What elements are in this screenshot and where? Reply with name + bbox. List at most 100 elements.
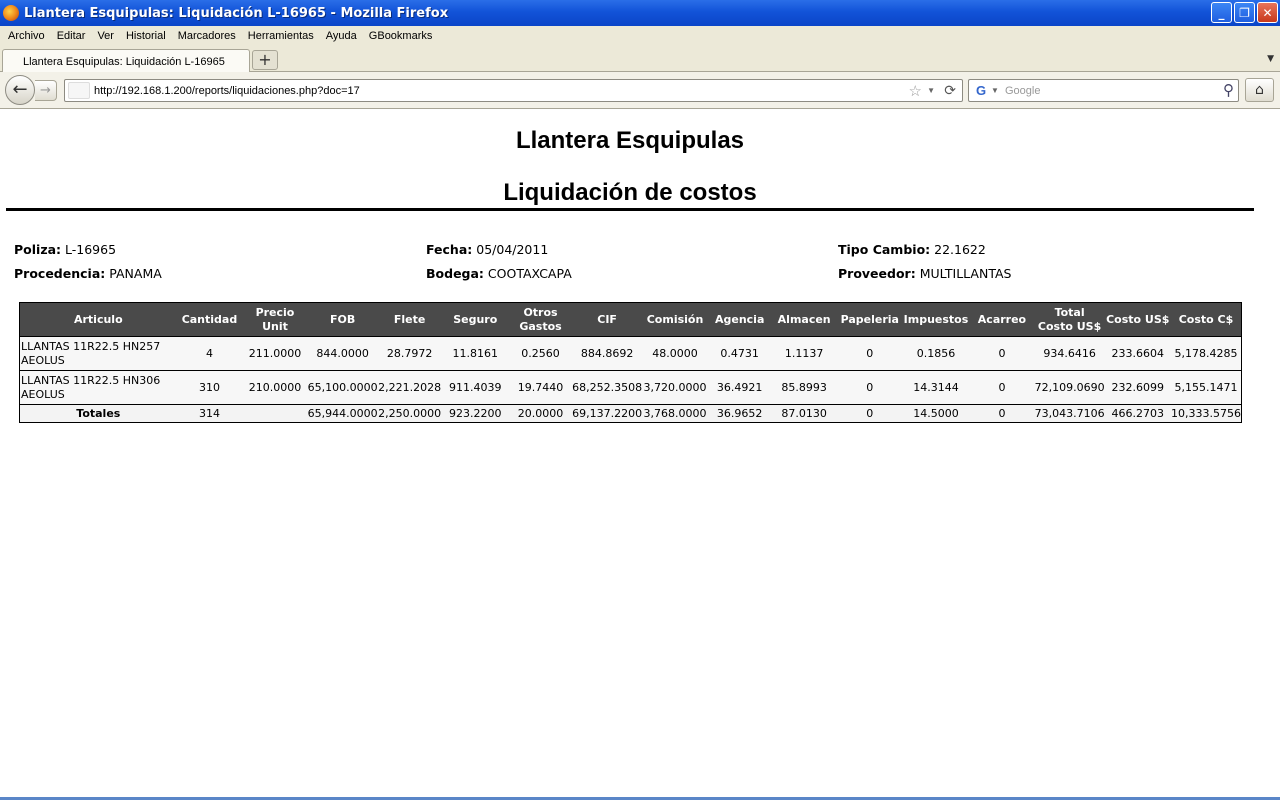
cell-agencia: 36.4921 [707,370,772,405]
total-total: 73,043.7106 [1034,404,1105,423]
fecha-label: Fecha: [426,242,473,257]
url-bar[interactable]: http://192.168.1.200/reports/liquidacion… [64,79,963,102]
poliza-field: Poliza: L-16965 [14,242,116,257]
liquidacion-table: Articulo Cantidad Precio Unit FOB Flete … [19,302,1242,423]
col-costo-c: Costo C$ [1170,302,1242,337]
history-dropdown-icon[interactable]: ▼ [927,86,935,95]
close-button[interactable]: ✕ [1257,2,1278,23]
total-cif: 69,137.2200 [572,404,643,423]
col-flete: Flete [377,302,442,337]
col-fob: FOB [307,302,378,337]
cell-precio-unit: 211.0000 [242,336,308,371]
bodega-value: COOTAXCAPA [487,266,572,281]
total-costo-us: 466.2703 [1104,404,1171,423]
total-seguro: 923.2200 [441,404,509,423]
tab-list-chevron-icon[interactable]: ▼ [1267,54,1274,64]
cell-articulo: LLANTAS 11R22.5 HN306 AEOLUS [19,370,177,405]
cell-costo-c: 5,178.4285 [1170,336,1242,371]
col-articulo: Articulo [19,302,177,337]
cell-cif: 68,252.3508 [572,370,643,405]
search-bar[interactable]: G ▼ Google ⚲ [968,79,1239,102]
totals-label: Totales [19,404,177,423]
total-acarreo: 0 [969,404,1035,423]
home-button[interactable]: ⌂ [1245,78,1274,102]
cell-fob: 65,100.0000 [307,370,378,405]
bookmark-star-icon[interactable]: ☆ [909,82,922,100]
poliza-label: Poliza: [14,242,62,257]
minimize-button[interactable]: _ [1211,2,1232,23]
maximize-button[interactable]: ❐ [1234,2,1255,23]
menu-herramientas[interactable]: Herramientas [242,30,320,42]
total-costo-c: 10,333.5756 [1170,404,1242,423]
col-acarreo: Acarreo [969,302,1035,337]
cell-otros: 19.7440 [508,370,573,405]
col-otros-line2: Gastos [519,319,562,333]
report-title: Liquidación de costos [503,179,757,206]
tab-strip: Llantera Esquipulas: Liquidación L-16965… [0,46,1280,73]
back-button[interactable]: ← [5,75,35,105]
cell-flete: 2,221.2028 [377,370,442,405]
cell-seguro: 911.4039 [441,370,509,405]
cell-flete: 28.7972 [377,336,442,371]
total-agencia: 36.9652 [707,404,772,423]
menu-editar[interactable]: Editar [51,30,92,42]
window-title: Llantera Esquipulas: Liquidación L-16965… [24,5,449,21]
search-magnifier-icon[interactable]: ⚲ [1223,81,1234,99]
total-precio-unit [242,404,308,423]
search-input[interactable]: Google [1005,85,1040,97]
col-comision: Comisión [642,302,708,337]
fecha-field: Fecha: 05/04/2011 [426,242,548,257]
forward-button[interactable]: → [35,80,57,101]
total-comision: 3,768.0000 [642,404,708,423]
google-engine-icon[interactable]: G [973,83,989,99]
col-impuestos: Impuestos [902,302,970,337]
site-identity-icon[interactable] [68,82,90,99]
cell-cantidad: 4 [176,336,243,371]
cell-seguro: 11.8161 [441,336,509,371]
tipo-cambio-field: Tipo Cambio: 22.1622 [838,242,986,257]
cell-comision: 3,720.0000 [642,370,708,405]
fecha-value: 05/04/2011 [476,242,549,257]
engine-dropdown-icon[interactable]: ▼ [991,86,999,95]
procedencia-value: PANAMA [109,266,162,281]
col-otros-line1: Otros [523,305,558,319]
window-titlebar: Llantera Esquipulas: Liquidación L-16965… [0,0,1280,26]
col-total-line1: Total [1054,305,1085,319]
total-papeleria: 0 [836,404,903,423]
table-row: LLANTAS 11R22.5 HN257 AEOLUS 4 211.0000 … [19,336,1242,371]
menu-marcadores[interactable]: Marcadores [172,30,242,42]
cell-costo-c: 5,155.1471 [1170,370,1242,405]
col-otros-gastos: Otros Gastos [508,302,573,337]
col-seguro: Seguro [441,302,509,337]
cell-fob: 844.0000 [307,336,378,371]
tab-liquidacion[interactable]: Llantera Esquipulas: Liquidación L-16965 [2,49,250,73]
col-papeleria: Papeleria [836,302,903,337]
new-tab-button[interactable]: + [252,50,278,70]
cell-impuestos: 14.3144 [902,370,970,405]
cell-costo-us: 232.6099 [1104,370,1171,405]
bodega-label: Bodega: [426,266,484,281]
cell-comision: 48.0000 [642,336,708,371]
cell-costo-us: 233.6604 [1104,336,1171,371]
cell-articulo: LLANTAS 11R22.5 HN257 AEOLUS [19,336,177,371]
menu-ayuda[interactable]: Ayuda [320,30,363,42]
url-text[interactable]: http://192.168.1.200/reports/liquidacion… [94,85,360,97]
cell-total: 72,109.0690 [1034,370,1105,405]
total-impuestos: 14.5000 [902,404,970,423]
col-almacen: Almacen [771,302,837,337]
menu-historial[interactable]: Historial [120,30,172,42]
cell-total: 934.6416 [1034,336,1105,371]
menu-archivo[interactable]: Archivo [2,30,51,42]
col-costo-us: Costo US$ [1104,302,1171,337]
menu-gbookmarks[interactable]: GBookmarks [363,30,439,42]
proveedor-field: Proveedor: MULTILLANTAS [838,266,1011,281]
title-divider [6,208,1254,211]
proveedor-label: Proveedor: [838,266,916,281]
reload-icon[interactable]: ⟳ [944,82,956,99]
cell-impuestos: 0.1856 [902,336,970,371]
poliza-value: L-16965 [65,242,117,257]
menu-ver[interactable]: Ver [91,30,120,42]
cell-almacen: 1.1137 [771,336,837,371]
total-cantidad: 314 [176,404,243,423]
cell-almacen: 85.8993 [771,370,837,405]
